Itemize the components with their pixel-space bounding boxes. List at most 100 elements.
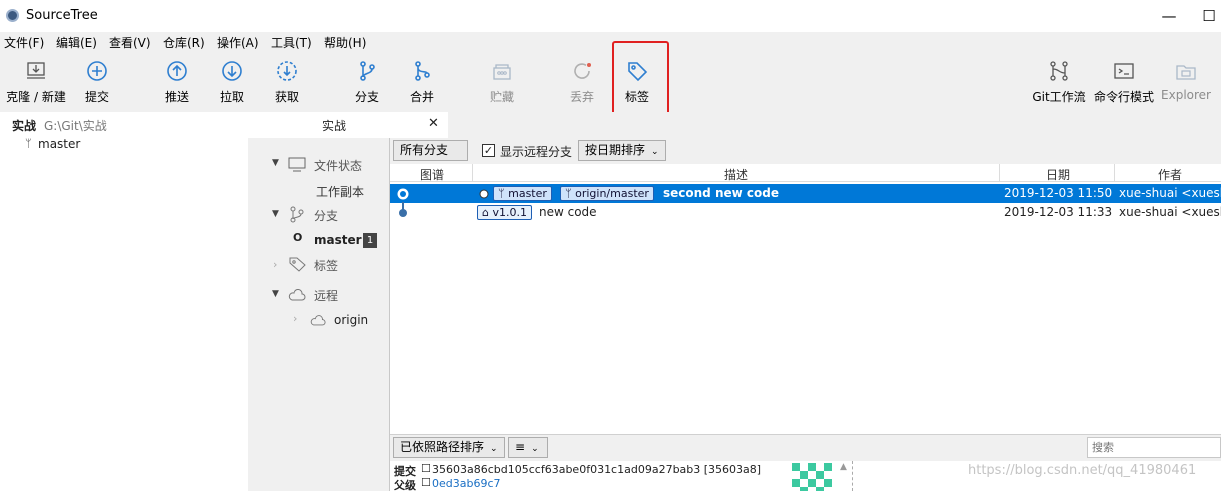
- branch-label-master: ᛘ master: [493, 186, 552, 201]
- merge-icon: [415, 61, 430, 81]
- menu-actions[interactable]: 操作(A): [217, 34, 259, 51]
- column-divider[interactable]: [1114, 164, 1115, 182]
- repo-name[interactable]: 实战: [12, 117, 36, 134]
- branch-label-origin-master: ᛘ origin/master: [560, 186, 654, 201]
- monitor-icon: [288, 157, 306, 172]
- workspace-nav: ▼ 文件状态 工作副本 ▼ 分支 O master 1 › 标签 ▼ 远程 › …: [248, 138, 390, 491]
- sort-dropdown[interactable]: 按日期排序 ⌄: [578, 140, 666, 161]
- nav-working-copy[interactable]: 工作副本: [316, 183, 364, 200]
- push-icon: [167, 61, 187, 81]
- tag-name: v1.0.1: [492, 206, 527, 219]
- branch-filter-dropdown[interactable]: 所有分支⌄: [393, 140, 468, 176]
- commit-grid-header: [390, 164, 1221, 182]
- gitflow-icon: [1050, 61, 1068, 81]
- toolbar: 克隆 / 新建 提交 推送 拉取 获取 分支 合并 贮藏 丢弃 标签 Git工作…: [0, 52, 1221, 112]
- commit-row[interactable]: ᛘ master ᛘ origin/master second new code…: [390, 184, 1221, 203]
- close-tab-button[interactable]: ✕: [428, 116, 439, 131]
- nav-remotes[interactable]: 远程: [314, 287, 338, 304]
- repo-branch: master: [38, 137, 81, 151]
- commit-button[interactable]: 提交: [80, 60, 114, 110]
- col-graph[interactable]: 图谱: [420, 166, 444, 183]
- fetch-icon: [277, 61, 297, 81]
- discard-button[interactable]: 丢弃: [565, 60, 599, 110]
- avatar: [792, 463, 832, 491]
- chevron-down-icon[interactable]: ▼: [272, 209, 279, 219]
- branch-button[interactable]: 分支: [350, 60, 384, 110]
- sort-value: 按日期排序: [585, 143, 646, 157]
- minimize-button[interactable]: —: [1158, 5, 1180, 27]
- chevron-down-icon: ⌄: [490, 444, 498, 454]
- parent-label: 父级: [394, 479, 416, 491]
- repo-path: G:\Git\实战: [44, 119, 107, 133]
- search-input[interactable]: [1087, 437, 1221, 458]
- maximize-button[interactable]: ☐: [1198, 5, 1220, 27]
- discard-icon: [574, 63, 591, 79]
- clone-label: 克隆 / 新建: [6, 90, 66, 104]
- branch-name: origin/master: [575, 187, 649, 200]
- branch-label: 分支: [354, 90, 379, 104]
- graph-node-icon: [399, 209, 407, 217]
- head-marker-icon: [479, 189, 489, 199]
- chevron-down-icon[interactable]: ▼: [272, 158, 279, 168]
- pull-label: 拉取: [219, 90, 244, 104]
- stash-button[interactable]: 贮藏: [485, 60, 519, 110]
- clone-button[interactable]: 克隆 / 新建: [4, 60, 68, 110]
- fetch-label: 获取: [274, 90, 299, 104]
- menu-edit[interactable]: 编辑(E): [56, 34, 97, 51]
- graph-node-icon: [397, 188, 409, 200]
- nav-remote-origin[interactable]: origin: [334, 313, 368, 327]
- explorer-button[interactable]: Explorer: [1160, 60, 1212, 110]
- col-description[interactable]: 描述: [724, 166, 748, 183]
- parent-label-box: ☐: [421, 476, 431, 489]
- tab-shizhan[interactable]: 实战 ✕: [248, 112, 448, 138]
- terminal-icon: [1114, 63, 1134, 79]
- terminal-label: 命令行模式: [1093, 90, 1154, 104]
- menu-file[interactable]: 文件(F): [4, 34, 44, 51]
- col-date[interactable]: 日期: [1046, 166, 1070, 183]
- title-bar: [0, 0, 1221, 32]
- commit-message: new code: [539, 205, 597, 219]
- column-divider[interactable]: [999, 164, 1000, 182]
- show-remote-checkbox[interactable]: ✓: [482, 144, 495, 157]
- path-sort-value: 已依照路径排序: [400, 440, 485, 454]
- pull-icon: [222, 61, 242, 81]
- merge-button[interactable]: 合并: [405, 60, 439, 110]
- fetch-button[interactable]: 获取: [270, 60, 304, 110]
- nav-branch-master[interactable]: master: [314, 233, 362, 247]
- scroll-up-icon[interactable]: ▲: [840, 462, 847, 472]
- pull-button[interactable]: 拉取: [215, 60, 249, 110]
- chevron-right-icon[interactable]: ›: [293, 312, 297, 325]
- menu-repository[interactable]: 仓库(R): [163, 34, 205, 51]
- col-author[interactable]: 作者: [1158, 166, 1182, 183]
- parent-hash-link[interactable]: 0ed3ab69c7: [432, 477, 501, 490]
- chevron-down-icon: ⌄: [531, 444, 539, 454]
- watermark: https://blog.csdn.net/qq_41980461: [968, 463, 1197, 478]
- clone-icon: [27, 62, 45, 79]
- commit-details-pane: 提交 ☐ 35603a86cbd105ccf63abe0f031c1ad09a2…: [390, 461, 1221, 491]
- menu-help[interactable]: 帮助(H): [324, 34, 366, 51]
- nav-branches[interactable]: 分支: [314, 207, 338, 224]
- terminal-button[interactable]: 命令行模式: [1093, 60, 1155, 110]
- nav-file-status[interactable]: 文件状态: [314, 157, 362, 174]
- menu-bar: 文件(F) 编辑(E) 查看(V) 仓库(R) 操作(A) 工具(T) 帮助(H…: [0, 32, 1221, 52]
- commit-row[interactable]: ⌂ v1.0.1 new code 2019-12-03 11:33 xue-s…: [390, 203, 1221, 222]
- discard-label: 丢弃: [569, 90, 594, 104]
- list-view-dropdown[interactable]: ≡ ⌄: [508, 437, 548, 458]
- tag-label-v101: ⌂ v1.0.1: [477, 205, 532, 220]
- commit-message: second new code: [663, 186, 779, 200]
- commit-label-box: ☐: [421, 462, 431, 475]
- column-divider[interactable]: [472, 164, 473, 182]
- stash-label: 贮藏: [489, 90, 514, 104]
- path-sort-dropdown[interactable]: 已依照路径排序 ⌄: [393, 437, 505, 458]
- gitflow-button[interactable]: Git工作流: [1032, 60, 1086, 110]
- menu-view[interactable]: 查看(V): [109, 34, 151, 51]
- commit-hash: 35603a86cbd105ccf63abe0f031c1ad09a27bab3…: [432, 463, 762, 476]
- menu-tools[interactable]: 工具(T): [271, 34, 312, 51]
- splitter[interactable]: [852, 461, 853, 491]
- nav-tags[interactable]: 标签: [314, 257, 338, 274]
- tag-highlight-box: [612, 41, 669, 116]
- push-button[interactable]: 推送: [160, 60, 194, 110]
- tag-icon: [289, 257, 306, 272]
- chevron-down-icon[interactable]: ▼: [272, 289, 279, 299]
- chevron-right-icon[interactable]: ›: [273, 258, 277, 271]
